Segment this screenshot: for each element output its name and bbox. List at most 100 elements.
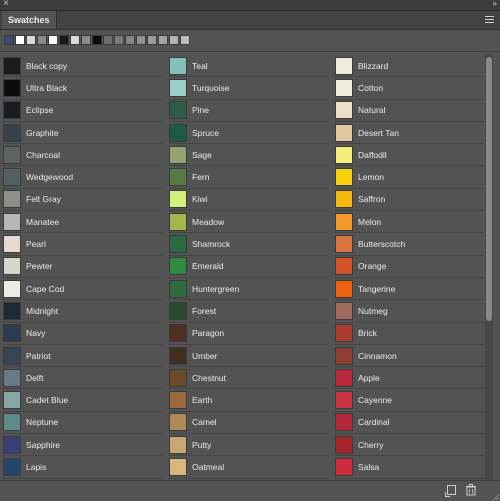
swatch-color-chip[interactable] [335, 235, 353, 254]
recent-swatch[interactable] [48, 35, 58, 45]
swatch-color-chip[interactable] [169, 123, 187, 142]
trash-icon[interactable] [465, 484, 477, 496]
swatch-color-chip[interactable] [335, 279, 353, 298]
swatch-item[interactable]: Felt Gray [2, 189, 162, 212]
swatch-color-chip[interactable] [3, 168, 21, 187]
swatch-item[interactable]: Meadow [168, 211, 328, 234]
recent-swatch[interactable] [169, 35, 179, 45]
swatch-item[interactable]: Forest [168, 300, 328, 323]
scrollbar-thumb[interactable] [486, 57, 492, 321]
swatch-item[interactable]: Ultra Black [2, 77, 162, 100]
swatch-item[interactable]: Cherry [334, 434, 484, 457]
swatch-color-chip[interactable] [3, 123, 21, 142]
swatch-item[interactable]: Turquoise [168, 77, 328, 100]
swatch-color-chip[interactable] [335, 368, 353, 387]
swatch-color-chip[interactable] [3, 368, 21, 387]
recent-swatch[interactable] [37, 35, 47, 45]
swatch-item[interactable]: Wedgewood [2, 166, 162, 189]
swatch-color-chip[interactable] [335, 301, 353, 320]
double-chevron-icon[interactable]: » [493, 0, 498, 10]
swatch-color-chip[interactable] [3, 56, 21, 75]
swatch-color-chip[interactable] [335, 123, 353, 142]
swatch-color-chip[interactable] [3, 145, 21, 164]
swatch-color-chip[interactable] [335, 101, 353, 120]
swatch-color-chip[interactable] [335, 435, 353, 454]
swatch-item[interactable]: Pewter [2, 256, 162, 278]
swatch-item[interactable]: Natural [334, 100, 484, 122]
swatch-color-chip[interactable] [3, 435, 21, 454]
swatch-color-chip[interactable] [335, 391, 353, 410]
swatch-color-chip[interactable] [3, 190, 21, 209]
swatch-item[interactable]: Kiwi [168, 189, 328, 212]
swatch-item[interactable]: Pine [168, 100, 328, 122]
swatch-item[interactable]: Salsa [334, 456, 484, 479]
swatch-item[interactable]: Paragon [168, 323, 328, 345]
swatch-item[interactable]: Patriot [2, 345, 162, 368]
hamburger-menu-icon[interactable] [485, 16, 494, 23]
swatch-color-chip[interactable] [169, 145, 187, 164]
swatch-item[interactable]: Fern [168, 166, 328, 189]
swatch-color-chip[interactable] [169, 235, 187, 254]
swatch-item[interactable]: Daffodil [334, 144, 484, 167]
swatch-color-chip[interactable] [335, 257, 353, 276]
swatch-item[interactable]: Cadet Blue [2, 389, 162, 412]
swatch-color-chip[interactable] [169, 324, 187, 343]
recent-swatch[interactable] [15, 35, 25, 45]
swatch-item[interactable]: Nutmeg [334, 300, 484, 323]
swatch-item[interactable]: Cardinal [334, 412, 484, 435]
recent-swatch[interactable] [103, 35, 113, 45]
swatch-item[interactable]: Blizzard [334, 55, 484, 78]
swatch-color-chip[interactable] [3, 457, 21, 476]
swatch-color-chip[interactable] [3, 301, 21, 320]
close-icon[interactable]: × [3, 0, 9, 11]
swatch-item[interactable]: Huntergreen [168, 278, 328, 301]
swatch-color-chip[interactable] [3, 346, 21, 365]
swatch-color-chip[interactable] [3, 78, 21, 97]
swatch-color-chip[interactable] [335, 78, 353, 97]
swatch-item[interactable]: Apple [334, 367, 484, 390]
swatch-item[interactable]: Pearl [2, 233, 162, 256]
swatch-item[interactable]: Tangerine [334, 278, 484, 301]
swatch-item[interactable]: Camel [168, 412, 328, 435]
swatch-color-chip[interactable] [3, 101, 21, 120]
swatch-item[interactable]: Umber [168, 345, 328, 368]
swatch-color-chip[interactable] [169, 457, 187, 476]
swatch-color-chip[interactable] [169, 279, 187, 298]
swatch-item[interactable]: Sapphire [2, 434, 162, 457]
swatch-color-chip[interactable] [3, 391, 21, 410]
new-swatch-icon[interactable] [445, 485, 456, 497]
swatch-color-chip[interactable] [335, 346, 353, 365]
swatch-color-chip[interactable] [169, 413, 187, 432]
swatch-item[interactable]: Cayenne [334, 389, 484, 412]
recent-swatch[interactable] [4, 35, 14, 45]
swatch-item[interactable]: Neptune [2, 412, 162, 435]
recent-swatch[interactable] [59, 35, 69, 45]
swatch-item[interactable]: Delft [2, 367, 162, 390]
swatch-color-chip[interactable] [335, 324, 353, 343]
recent-swatch[interactable] [125, 35, 135, 45]
swatch-color-chip[interactable] [335, 190, 353, 209]
swatch-item[interactable]: Sage [168, 144, 328, 167]
swatch-color-chip[interactable] [3, 257, 21, 276]
recent-swatch[interactable] [26, 35, 36, 45]
swatch-color-chip[interactable] [3, 235, 21, 254]
swatch-item[interactable]: Brick [334, 323, 484, 345]
swatch-color-chip[interactable] [169, 368, 187, 387]
swatch-color-chip[interactable] [3, 279, 21, 298]
swatch-item[interactable]: Cape Cod [2, 278, 162, 301]
swatch-item[interactable]: Butterscotch [334, 233, 484, 256]
swatch-color-chip[interactable] [3, 413, 21, 432]
swatch-item[interactable]: Putty [168, 434, 328, 457]
recent-swatch[interactable] [180, 35, 190, 45]
swatch-color-chip[interactable] [169, 301, 187, 320]
swatch-item[interactable]: Cotton [334, 77, 484, 100]
swatch-color-chip[interactable] [3, 324, 21, 343]
swatch-color-chip[interactable] [169, 190, 187, 209]
swatch-item[interactable]: Midnight [2, 300, 162, 323]
recent-swatch[interactable] [158, 35, 168, 45]
recent-swatch[interactable] [147, 35, 157, 45]
swatch-item[interactable]: Spruce [168, 122, 328, 145]
swatch-color-chip[interactable] [335, 168, 353, 187]
swatch-item[interactable]: Eclipse [2, 100, 162, 122]
swatch-color-chip[interactable] [335, 56, 353, 75]
